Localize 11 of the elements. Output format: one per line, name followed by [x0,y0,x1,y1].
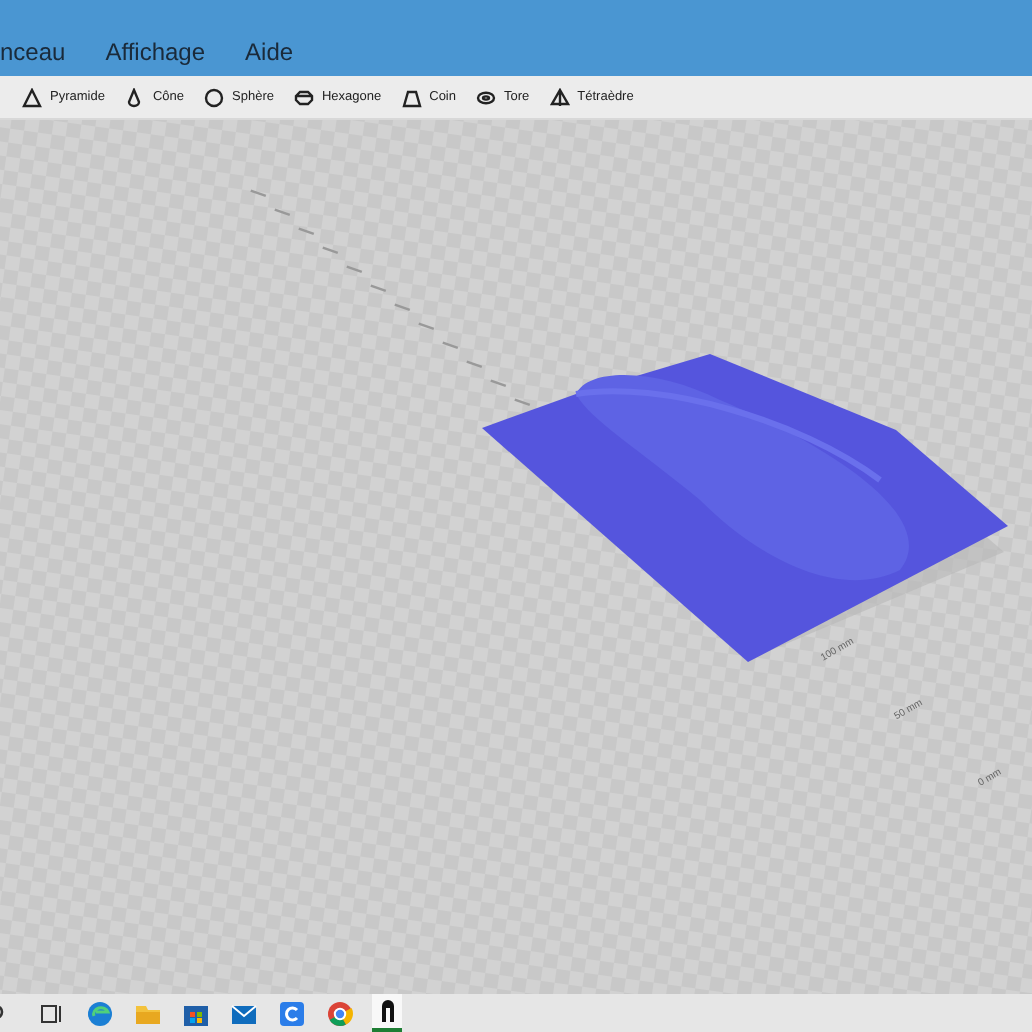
menu-item[interactable]: nceau [0,34,66,70]
torus-icon [476,87,496,107]
tetrahedron-icon [549,87,570,107]
menu-item[interactable]: Aide [245,34,294,70]
menu-item[interactable]: Affichage [105,34,206,70]
pyramid-icon [22,87,42,107]
taskbar-button[interactable] [372,994,402,1032]
wedge-icon [401,87,422,107]
cone-icon [124,87,145,107]
sphere-icon [204,87,225,107]
hexagon-icon [293,87,314,107]
